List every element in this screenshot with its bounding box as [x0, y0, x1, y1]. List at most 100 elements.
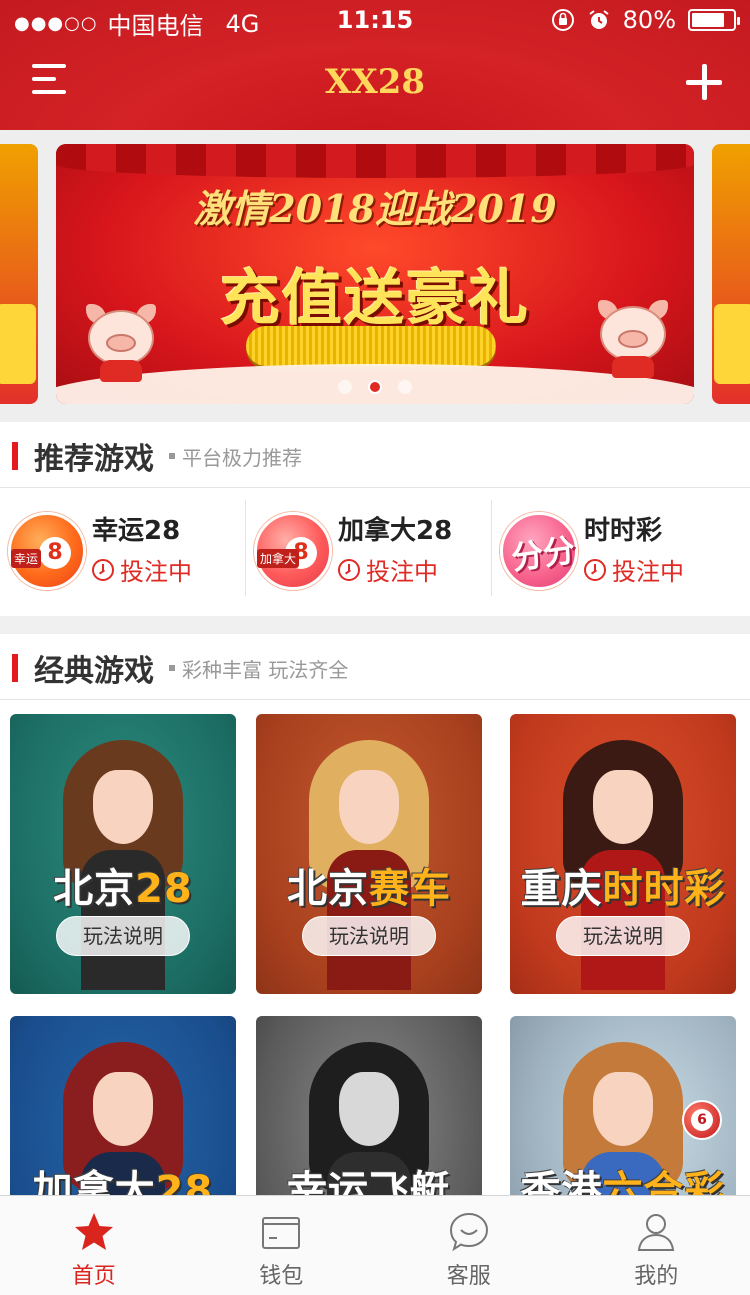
- clock-icon: [92, 558, 114, 581]
- recommended-game-lucky28[interactable]: 8 幸运 幸运28 投注中: [0, 488, 246, 616]
- pig-mascot-left: [80, 304, 162, 382]
- curtain-decoration: [56, 144, 694, 178]
- plus-icon[interactable]: [686, 64, 722, 100]
- game-status: 投注中: [92, 552, 192, 587]
- game-status: 投注中: [584, 552, 684, 587]
- recommended-games: 8 幸运 幸运28 投注中 8 加拿大 加拿大28 投注中 分分 时时彩 投注中: [0, 488, 750, 616]
- tab-label: 客服: [446, 1264, 491, 1289]
- card-title-main: 幸运: [287, 1168, 369, 1195]
- classic-title: 经典游戏: [34, 654, 154, 689]
- classic-games-grid: 北京28 玩法说明 北京赛车 玩法说明 重庆时时彩 玩法说明 加拿大28 幸运飞…: [0, 700, 750, 1195]
- lucky28-logo: 8 幸运: [8, 512, 86, 590]
- rules-button[interactable]: 玩法说明: [556, 916, 690, 956]
- battery-icon: [688, 9, 740, 31]
- card-title: 北京赛车: [256, 856, 482, 914]
- status-bar: ●●●○○ 中国电信 4G 11:15 80%: [0, 0, 750, 40]
- next-slide-peek[interactable]: [712, 144, 750, 404]
- battery-percent: 80%: [622, 6, 676, 34]
- header: ●●●○○ 中国电信 4G 11:15 80% XX28: [0, 0, 750, 130]
- tab-wallet[interactable]: 钱包: [188, 1196, 376, 1295]
- app-title: XX28: [324, 62, 426, 102]
- pig-mascot-right: [592, 300, 674, 378]
- status-right: 80%: [551, 6, 740, 34]
- rules-button[interactable]: 玩法说明: [302, 916, 436, 956]
- shishicai-logo: 分分: [500, 512, 578, 590]
- recommended-game-shishicai[interactable]: 分分 时时彩 投注中: [492, 488, 750, 616]
- card-title: 北京28: [10, 856, 236, 914]
- section-accent-bar: [12, 654, 18, 682]
- classic-section-header: 经典游戏 彩种丰富 玩法齐全: [0, 634, 750, 700]
- previous-slide-peek[interactable]: [0, 144, 38, 404]
- lottery-ball-icon: 6: [682, 1100, 722, 1140]
- section-accent-bar: [12, 442, 18, 470]
- card-title-main: 加拿大: [32, 1168, 156, 1195]
- logo-tag: 加拿大: [257, 549, 300, 568]
- carousel-dot[interactable]: [338, 380, 352, 394]
- recommended-subtitle: 平台极力推荐: [182, 446, 302, 470]
- game-name: 幸运28: [92, 516, 181, 546]
- logo-ball: 8: [39, 537, 71, 569]
- game-name: 时时彩: [584, 516, 663, 546]
- status-text: 投注中: [120, 558, 192, 586]
- tab-home[interactable]: 首页: [0, 1196, 188, 1295]
- card-title-highlight: 28: [135, 866, 193, 912]
- card-title-main: 北京: [53, 866, 136, 912]
- status-text: 投注中: [366, 558, 438, 586]
- game-card-beijing-racing[interactable]: 北京赛车 玩法说明: [256, 714, 482, 994]
- card-title-highlight: 时时彩: [602, 866, 726, 912]
- tab-label: 钱包: [259, 1264, 304, 1289]
- card-title: 香港六合彩: [510, 1158, 736, 1195]
- recommended-section-header: 推荐游戏 平台极力推荐: [0, 422, 750, 488]
- recommended-game-canada28[interactable]: 8 加拿大 加拿大28 投注中: [246, 488, 492, 616]
- canada28-logo: 8 加拿大: [254, 512, 332, 590]
- game-status: 投注中: [338, 552, 438, 587]
- game-card-beijing28[interactable]: 北京28 玩法说明: [10, 714, 236, 994]
- banner-subtitle: 激情2018迎战2019: [193, 186, 557, 231]
- star-icon: [74, 1213, 113, 1250]
- tab-label: 我的: [634, 1264, 679, 1289]
- user-icon: [638, 1214, 675, 1251]
- alarm-icon: [589, 10, 609, 29]
- card-title-highlight: 28: [155, 1168, 214, 1195]
- card-title: 加拿大28: [10, 1158, 236, 1195]
- section-separator: [169, 665, 175, 671]
- card-title-main: 重庆: [520, 866, 603, 912]
- carousel-dot[interactable]: [368, 380, 382, 394]
- card-title-highlight: 赛车: [369, 866, 451, 912]
- card-title-main: 北京: [287, 866, 369, 912]
- classic-subtitle: 彩种丰富 玩法齐全: [182, 658, 349, 682]
- card-title: 幸运飞艇: [256, 1158, 482, 1195]
- game-name: 加拿大28: [338, 516, 453, 546]
- rules-button[interactable]: 玩法说明: [56, 916, 190, 956]
- carousel-indicator[interactable]: [56, 380, 694, 394]
- card-title-highlight: 六合彩: [602, 1168, 726, 1195]
- tab-customer-service[interactable]: 客服: [375, 1196, 563, 1295]
- carousel-dot[interactable]: [398, 380, 412, 394]
- clock-icon: [584, 558, 606, 581]
- section-separator: [169, 453, 175, 459]
- tab-profile[interactable]: 我的: [563, 1196, 750, 1295]
- rotation-lock-icon: [551, 9, 574, 31]
- navbar: XX28: [0, 40, 750, 130]
- app-root: ●●●○○ 中国电信 4G 11:15 80% XX28 激情2018迎战201…: [0, 0, 750, 1295]
- card-title-highlight: 飞艇: [369, 1168, 451, 1195]
- banner-carousel[interactable]: 激情2018迎战2019 充值送豪礼: [0, 130, 750, 420]
- card-title-main: 香港: [520, 1168, 603, 1195]
- wallet-icon: [262, 1217, 301, 1249]
- battery-fill: [692, 13, 724, 27]
- lottery-ball-number: 6: [691, 1109, 713, 1131]
- promo-banner[interactable]: 激情2018迎战2019 充值送豪礼: [56, 144, 694, 404]
- tab-label: 首页: [71, 1264, 116, 1289]
- recommended-title: 推荐游戏: [34, 442, 154, 477]
- banner-gold-button[interactable]: [246, 326, 496, 366]
- game-card-chongqing-ssc[interactable]: 重庆时时彩 玩法说明: [510, 714, 736, 994]
- game-card-hk-marksix[interactable]: 6 香港六合彩: [510, 1016, 736, 1195]
- game-card-lucky-airship[interactable]: 幸运飞艇: [256, 1016, 482, 1195]
- game-card-canada28[interactable]: 加拿大28: [10, 1016, 236, 1195]
- card-title: 重庆时时彩: [510, 856, 736, 914]
- logo-tag: 幸运: [11, 549, 42, 568]
- chat-icon: [449, 1212, 488, 1252]
- status-text: 投注中: [612, 558, 684, 586]
- clock-icon: [338, 558, 360, 581]
- logo-text: 分分: [508, 530, 578, 578]
